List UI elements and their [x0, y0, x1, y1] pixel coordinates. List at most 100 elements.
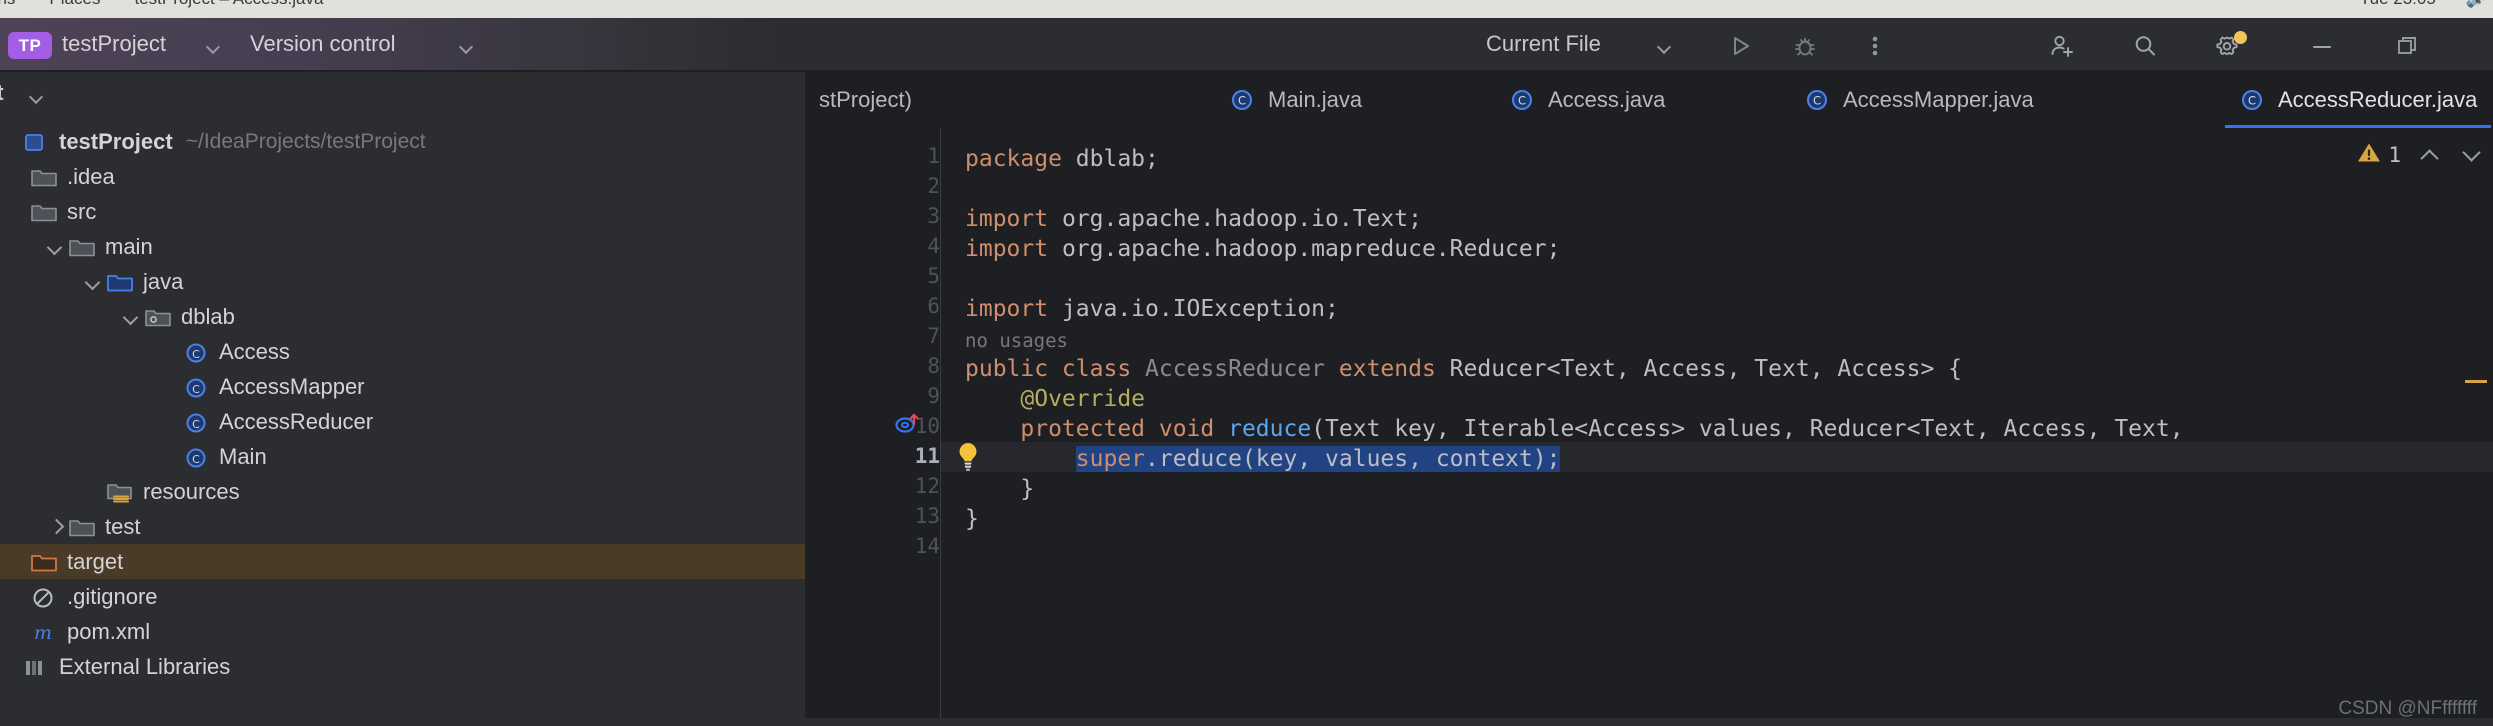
class-icon: C	[1229, 87, 1255, 113]
editor-tab-stproject-[interactable]: stProject)	[805, 72, 926, 128]
editor-tab-accessreducer-java[interactable]: C AccessReducer.java	[2225, 72, 2491, 128]
editor-tab-access-java[interactable]: C Access.java	[1495, 72, 1679, 128]
tree-item-external-libraries[interactable]: External Libraries	[0, 649, 805, 684]
code-line: import org.apache.hadoop.mapreduce.Reduc…	[965, 234, 1560, 264]
tree-item-accessmapper[interactable]: C AccessMapper	[0, 369, 805, 404]
code-token: super	[1075, 446, 1146, 472]
os-menu-places[interactable]: Places	[49, 0, 100, 8]
line-number[interactable]: 11	[825, 444, 940, 468]
editor-tab-accessmapper-java[interactable]: C AccessMapper.java	[1790, 72, 2048, 128]
package-icon	[144, 305, 174, 329]
os-bar-left: ons Places testProject – Access.java	[0, 0, 357, 9]
code-token: Reducer<Text, Access, Text, Access> {	[1449, 356, 1963, 382]
run-configuration-selector[interactable]: Current File	[1486, 31, 1601, 57]
inlay-hint-no-usages[interactable]: no usages	[965, 326, 1068, 356]
add-user-icon[interactable]	[2047, 31, 2077, 61]
tree-item-access[interactable]: C Access	[0, 334, 805, 369]
code-token: public class	[965, 356, 1146, 382]
line-number[interactable]: 3	[825, 204, 940, 228]
tree-item-dblab[interactable]: dblab	[0, 299, 805, 334]
os-menu-applications[interactable]: ons	[0, 0, 15, 8]
code-line: import java.io.IOException;	[965, 294, 1339, 324]
code-token: AccessReducer	[1145, 356, 1339, 382]
tree-item--gitignore[interactable]: .gitignore	[0, 579, 805, 614]
tree-item-label: AccessReducer	[219, 408, 374, 434]
run-icon[interactable]	[1725, 31, 1755, 61]
project-badge[interactable]: TP	[8, 32, 52, 59]
line-number[interactable]: 13	[825, 504, 940, 528]
tree-item-test[interactable]: test	[0, 509, 805, 544]
line-number[interactable]: 4	[825, 234, 940, 258]
tree-item-label: dblab	[181, 303, 235, 329]
volume-icon[interactable]: 🔊	[2466, 0, 2487, 8]
twisty-placeholder	[8, 201, 30, 223]
more-vertical-icon[interactable]	[1860, 31, 1890, 61]
tree-item-accessreducer[interactable]: C AccessReducer	[0, 404, 805, 439]
warning-marker[interactable]	[2465, 380, 2487, 383]
project-panel-title: ct	[0, 80, 4, 106]
minimize-icon[interactable]	[2307, 31, 2337, 61]
os-clock[interactable]: Tue 23:05	[2360, 0, 2436, 8]
folder-icon	[68, 235, 98, 259]
warning-count: 1	[2388, 143, 2401, 167]
tree-item-label: .idea	[67, 163, 115, 189]
library-icon	[22, 655, 52, 679]
chevron-down-icon[interactable]	[1658, 40, 1672, 54]
tree-item-java[interactable]: java	[0, 264, 805, 299]
svg-text:C: C	[1238, 94, 1246, 108]
tree-item-pom-xml[interactable]: m pom.xml	[0, 614, 805, 649]
inspection-widget[interactable]: 1	[2356, 140, 2485, 170]
version-control-button[interactable]: Version control	[250, 31, 396, 57]
line-number[interactable]: 14	[825, 534, 940, 558]
tree-item-testproject[interactable]: testProject ~/IdeaProjects/testProject	[0, 124, 805, 159]
svg-text:C: C	[192, 418, 200, 431]
line-number[interactable]: 12	[825, 474, 940, 498]
line-number[interactable]: 1	[825, 144, 940, 168]
line-number[interactable]: 5	[825, 264, 940, 288]
chevron-down-icon[interactable]	[46, 236, 68, 258]
tree-item-resources[interactable]: resources	[0, 474, 805, 509]
editor-tab-main-java[interactable]: C Main.java	[1215, 72, 1376, 128]
tree-item-target[interactable]: target	[0, 544, 805, 579]
svg-text:C: C	[192, 348, 200, 361]
class-icon: C	[2239, 87, 2265, 113]
line-number[interactable]: 7	[825, 324, 940, 348]
line-number[interactable]: 9	[825, 384, 940, 408]
overriding-method-icon[interactable]	[893, 411, 923, 437]
tree-item-main[interactable]: C Main	[0, 439, 805, 474]
chevron-down-icon[interactable]	[2459, 142, 2485, 168]
chevron-right-icon[interactable]	[46, 516, 68, 538]
tree-item-label: java	[143, 268, 184, 294]
code-token: org.apache.hadoop.io.Text;	[1061, 206, 1422, 232]
chevron-down-icon[interactable]	[122, 306, 144, 328]
project-name-button[interactable]: testProject	[62, 31, 166, 57]
tree-item-src[interactable]: src	[0, 194, 805, 229]
debug-icon[interactable]	[1790, 31, 1820, 61]
line-number[interactable]: 2	[825, 174, 940, 198]
tree-item-main[interactable]: main	[0, 229, 805, 264]
project-tree[interactable]: testProject ~/IdeaProjects/testProject .id…	[0, 124, 805, 684]
line-number[interactable]: 8	[825, 354, 940, 378]
intention-bulb-icon[interactable]	[953, 440, 983, 472]
chevron-up-icon[interactable]	[2417, 142, 2443, 168]
os-top-bar: ons Places testProject – Access.java Tue 2…	[0, 0, 2493, 18]
line-number[interactable]: 6	[825, 294, 940, 318]
svg-text:m: m	[34, 622, 52, 644]
code-token: (Text key, Iterable<Access> values, Redu…	[1311, 416, 2184, 442]
tree-item--idea[interactable]: .idea	[0, 159, 805, 194]
code-token: }	[965, 506, 979, 532]
tree-item-path: ~/IdeaProjects/testProject	[185, 129, 426, 153]
chevron-down-icon[interactable]	[460, 40, 474, 54]
source-root-icon	[106, 270, 136, 294]
code-line: }	[965, 474, 1034, 504]
chevron-down-icon[interactable]	[84, 271, 106, 293]
code-token: import	[965, 236, 1062, 262]
chevron-down-icon[interactable]	[30, 90, 44, 104]
search-icon[interactable]	[2130, 31, 2160, 61]
tree-item-label: pom.xml	[67, 618, 151, 644]
chevron-down-icon[interactable]	[207, 40, 221, 54]
twisty-placeholder	[8, 621, 30, 643]
code-editor[interactable]: 1 2 3 4 5 6 7 8 9 10 11 12 13 14 package dblab; import…	[805, 128, 2493, 726]
maximize-icon[interactable]	[2392, 31, 2422, 61]
svg-text:C: C	[192, 383, 200, 396]
